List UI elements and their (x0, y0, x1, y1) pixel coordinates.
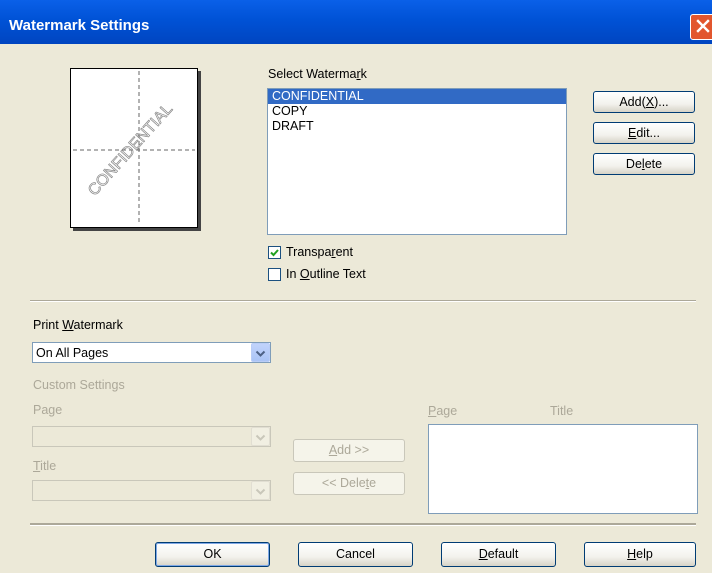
dropdown-arrow-button[interactable] (251, 481, 270, 500)
print-watermark-dropdown[interactable]: On All Pages (32, 342, 271, 363)
list-item[interactable]: CONFIDENTIAL (268, 89, 566, 104)
transparent-label: Transparent (286, 245, 353, 259)
custom-pages-list[interactable] (428, 424, 698, 514)
custom-title-label: Title (33, 459, 57, 473)
close-button[interactable] (690, 14, 712, 40)
cancel-button[interactable]: Cancel (298, 542, 413, 567)
delete-watermark-button[interactable]: Delete (593, 153, 695, 175)
chevron-down-icon (255, 434, 266, 441)
select-watermark-label: Select Watermark (268, 67, 367, 81)
separator-top (30, 300, 696, 302)
transparent-checkbox[interactable] (268, 246, 281, 259)
watermark-list[interactable]: CONFIDENTIAL COPY DRAFT (267, 88, 567, 235)
print-watermark-value: On All Pages (36, 346, 109, 360)
custom-add-button[interactable]: Add >> (293, 439, 405, 462)
chevron-down-icon (255, 488, 266, 495)
title-bar: Watermark Settings (0, 0, 712, 44)
column-header-title: Title (550, 404, 574, 418)
help-button[interactable]: Help (584, 542, 696, 567)
window-title: Watermark Settings (9, 17, 150, 34)
print-watermark-label: Print Watermark (33, 318, 123, 332)
ok-button[interactable]: OK (155, 542, 270, 567)
chevron-down-icon (255, 350, 266, 357)
dropdown-arrow-button[interactable] (251, 427, 270, 446)
preview-watermark-text: CONFIDENTIAL (85, 101, 176, 200)
column-header-page: Page (428, 404, 458, 418)
list-item[interactable]: DRAFT (268, 119, 566, 134)
add-watermark-button[interactable]: Add(X)... (593, 91, 695, 113)
watermark-preview: CONFIDENTIAL (70, 68, 198, 228)
custom-title-dropdown[interactable] (32, 480, 271, 501)
custom-page-label: Page (33, 403, 63, 417)
outline-text-label: In Outline Text (286, 267, 366, 281)
separator-bottom (30, 523, 696, 526)
default-button[interactable]: Default (441, 542, 556, 567)
preview-guides: CONFIDENTIAL (73, 71, 195, 225)
custom-page-dropdown[interactable] (32, 426, 271, 447)
outline-text-checkbox[interactable] (268, 268, 281, 281)
edit-watermark-button[interactable]: Edit... (593, 122, 695, 144)
custom-delete-button[interactable]: << Delete (293, 472, 405, 495)
custom-settings-heading: Custom Settings (33, 378, 125, 392)
close-icon (696, 19, 710, 33)
dropdown-arrow-button[interactable] (251, 343, 270, 362)
list-item[interactable]: COPY (268, 104, 566, 119)
checkmark-icon (270, 249, 279, 257)
